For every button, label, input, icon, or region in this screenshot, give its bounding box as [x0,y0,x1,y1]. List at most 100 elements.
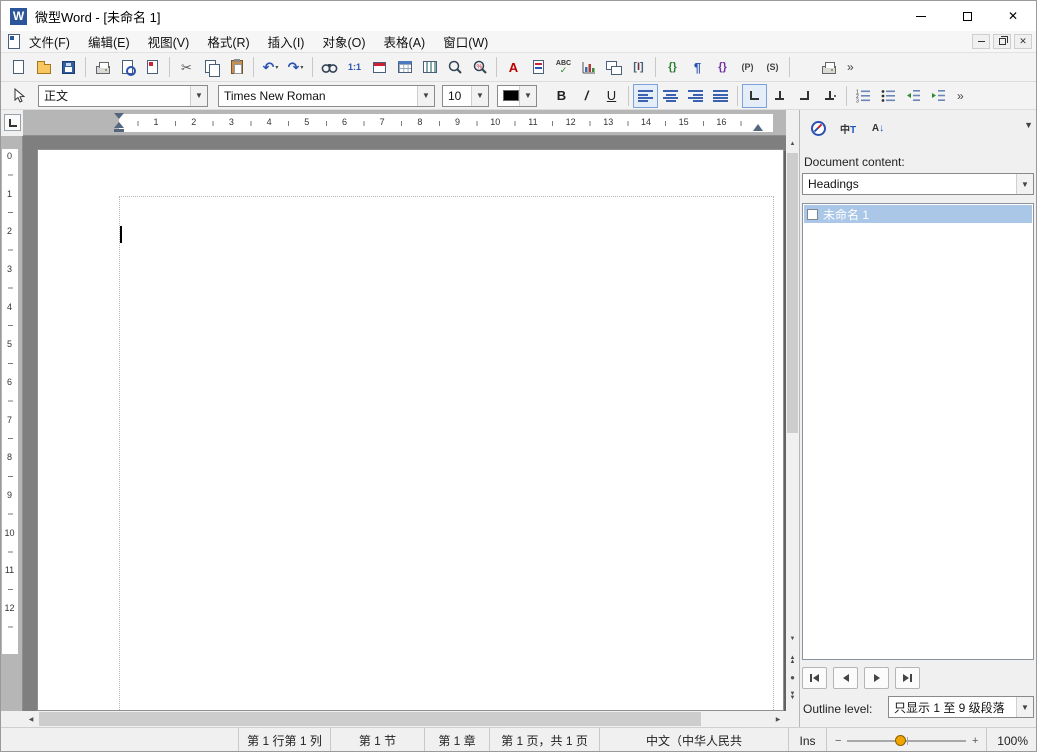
script-button[interactable]: {} [710,55,735,79]
align-justify-button[interactable] [708,84,733,108]
align-right-button[interactable] [683,84,708,108]
menu-item[interactable]: 视图(V) [139,31,199,52]
format-page-button[interactable] [526,55,551,79]
heading-display-button[interactable]: 中T [835,115,861,141]
statusbar-segment[interactable]: 第 1 节 [331,728,425,751]
zoom-level[interactable]: 100% [987,728,1036,751]
doc-minimize-button[interactable] [972,34,990,49]
zoom-slider[interactable]: − + [827,728,988,751]
panel-menu-button[interactable]: ▼ [1024,120,1033,130]
font-combo[interactable]: Times New Roman ▼ [218,84,435,107]
zoom-button[interactable] [442,55,467,79]
italic-button[interactable]: / [574,84,599,108]
menu-item[interactable]: 格式(R) [198,31,258,52]
undo-button[interactable]: ↶ ▾ [258,55,283,79]
select-pointer-button[interactable] [6,84,31,108]
insert-frame-button[interactable] [601,55,626,79]
next-page-button[interactable]: ▼ ▼ [786,687,799,705]
statusbar-segment[interactable]: 中文（中华人民共 [600,728,789,751]
tab-right-button[interactable] [792,84,817,108]
statusbar-segment[interactable]: 第 1 页，共 1 页 [490,728,600,751]
statusbar-segment[interactable]: 第 1 行第 1 列 [239,728,331,751]
chevron-down-icon[interactable]: ▼ [1016,174,1033,194]
insert-chart-button[interactable] [576,55,601,79]
menu-item[interactable]: 对象(O) [313,31,374,52]
undo-dropdown-icon[interactable]: ▾ [275,64,278,71]
zoom-in-icon[interactable]: + [972,735,978,747]
menu-item[interactable]: 插入(I) [259,31,314,52]
spellcheck-button[interactable]: ABC ✓ [551,55,576,79]
last-item-button[interactable] [895,667,920,689]
next-item-button[interactable] [864,667,889,689]
data-source-button[interactable] [367,55,392,79]
document-icon[interactable] [8,34,20,49]
sort-button[interactable]: A↓ [865,115,891,141]
doc-close-button[interactable]: ✕ [1014,34,1032,49]
menu-item[interactable]: 窗口(W) [434,31,497,52]
font-size-combo[interactable]: 10 ▼ [442,84,489,107]
statusbar-segment[interactable] [1,728,239,751]
vertical-ruler[interactable]: 0 1 2 3 4 5 6 7 8 9 10 11 12 [1,136,23,711]
heading-item[interactable]: 未命名 1 [804,205,1032,223]
horizontal-ruler[interactable]: 1 2 3 4 5 6 7 8 9 10 11 12 13 14 15 16 [23,110,786,136]
chevron-down-icon[interactable]: ▼ [1016,697,1033,717]
doc-restore-button[interactable] [993,34,1011,49]
columns-button[interactable] [417,55,442,79]
font-color-button[interactable]: A [501,55,526,79]
open-button[interactable] [31,55,56,79]
menu-item[interactable]: 文件(F) [20,31,79,52]
print-button[interactable] [90,55,115,79]
first-line-indent-marker[interactable] [114,113,124,119]
fields-button[interactable]: {} [660,55,685,79]
browse-object-button[interactable]: ● [786,669,799,687]
page[interactable] [37,149,784,711]
increase-indent-button[interactable] [926,84,951,108]
vertical-scrollbar-thumb[interactable] [787,153,798,433]
tab-center-button[interactable] [767,84,792,108]
find-button[interactable] [317,55,342,79]
export-button[interactable] [140,55,165,79]
horizontal-scrollbar[interactable]: ◀ ▶ [23,711,786,727]
save-button[interactable] [56,55,81,79]
zoom-slider-knob[interactable] [894,734,906,746]
menu-item[interactable]: 表格(A) [375,31,435,52]
align-center-button[interactable] [658,84,683,108]
right-indent-marker[interactable] [753,124,763,131]
font-color-combo[interactable]: ▼ [497,84,537,107]
underline-button[interactable]: U [599,84,624,108]
style-combo[interactable]: 正文 ▼ [38,84,208,107]
outline-level-dropdown[interactable]: 只显示 1 至 9 级段落 ▼ [888,696,1034,718]
close-button[interactable]: ✕ [990,2,1036,31]
left-indent-marker[interactable] [114,129,124,132]
chevron-down-icon[interactable]: ▼ [417,85,434,106]
zoom-slider-track[interactable] [847,734,966,746]
printer-options-button[interactable] [816,55,841,79]
redo-button[interactable]: ↷ ▾ [283,55,308,79]
copy-button[interactable] [199,55,224,79]
new-document-button[interactable] [6,55,31,79]
scroll-right-button[interactable]: ▶ [770,711,786,727]
scroll-up-button[interactable]: ▲ [786,136,799,151]
zoom-100-button[interactable]: 1:1 [342,55,367,79]
print-preview-button[interactable] [115,55,140,79]
content-type-dropdown[interactable]: Headings ▼ [802,173,1034,195]
paste-button[interactable] [224,55,249,79]
tab-decimal-button[interactable] [817,84,842,108]
navigation-button[interactable] [805,115,831,141]
chevron-down-icon[interactable]: ▼ [190,85,207,106]
index-button[interactable]: I [626,55,651,79]
chevron-down-icon[interactable]: ▼ [519,85,536,106]
redo-dropdown-icon[interactable]: ▾ [300,64,303,71]
first-item-button[interactable] [802,667,827,689]
numbered-list-button[interactable]: 123 [851,84,876,108]
previous-item-button[interactable] [833,667,858,689]
bulleted-list-button[interactable] [876,84,901,108]
maximize-button[interactable] [944,2,990,31]
zoom-out-icon[interactable]: − [835,735,841,747]
align-left-button[interactable] [633,83,658,108]
chevron-down-icon[interactable]: ▼ [471,85,488,106]
hanging-indent-marker[interactable] [114,122,124,128]
statusbar-segment[interactable]: Ins [789,728,827,751]
statusbar-segment[interactable]: 第 1 章 [425,728,490,751]
insert-table-button[interactable] [392,55,417,79]
